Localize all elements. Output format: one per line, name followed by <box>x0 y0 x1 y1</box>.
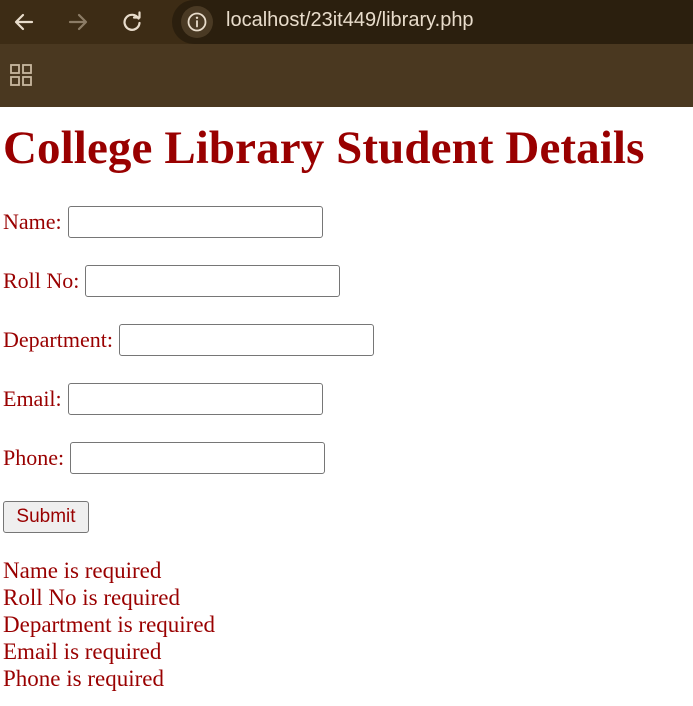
error-list: Name is required Roll No is required Dep… <box>3 557 215 692</box>
back-button[interactable] <box>7 5 41 39</box>
browser-toolbar: localhost/23it449/library.php <box>0 0 693 44</box>
forward-arrow-icon <box>68 13 88 31</box>
page-title: College Library Student Details <box>3 122 645 174</box>
email-label: Email: <box>3 386 62 411</box>
browser-chrome: localhost/23it449/library.php <box>0 0 693 107</box>
bookmark-bar <box>0 44 693 107</box>
email-row: Email: <box>3 383 323 415</box>
phone-row: Phone: <box>3 442 326 474</box>
error-name: Name is required <box>3 558 162 583</box>
error-department: Department is required <box>3 612 216 637</box>
reload-icon <box>123 11 141 31</box>
name-row: Name: <box>3 206 323 238</box>
info-icon <box>187 12 207 32</box>
roll-no-label: Roll No: <box>3 268 80 293</box>
name-input[interactable] <box>67 206 323 238</box>
phone-label: Phone: <box>3 445 65 470</box>
url-text[interactable]: localhost/23it449/library.php <box>226 9 474 32</box>
error-phone: Phone is required <box>3 666 164 691</box>
phone-input[interactable] <box>70 442 326 474</box>
roll-no-input[interactable] <box>85 265 341 297</box>
apps-grid-icon[interactable] <box>10 64 32 86</box>
error-roll-no: Roll No is required <box>3 585 180 610</box>
site-info-button[interactable] <box>181 6 213 38</box>
name-label: Name: <box>3 209 62 234</box>
reload-button[interactable] <box>115 5 149 39</box>
back-arrow-icon <box>14 13 34 31</box>
department-input[interactable] <box>118 324 374 356</box>
page-content: College Library Student Details Name: Ro… <box>0 107 693 706</box>
email-input[interactable] <box>67 383 323 415</box>
error-email: Email is required <box>3 639 162 664</box>
department-label: Department: <box>3 327 113 352</box>
submit-button[interactable]: Submit <box>3 501 89 533</box>
roll-no-row: Roll No: <box>3 265 341 297</box>
forward-button[interactable] <box>61 5 95 39</box>
department-row: Department: <box>3 324 374 356</box>
